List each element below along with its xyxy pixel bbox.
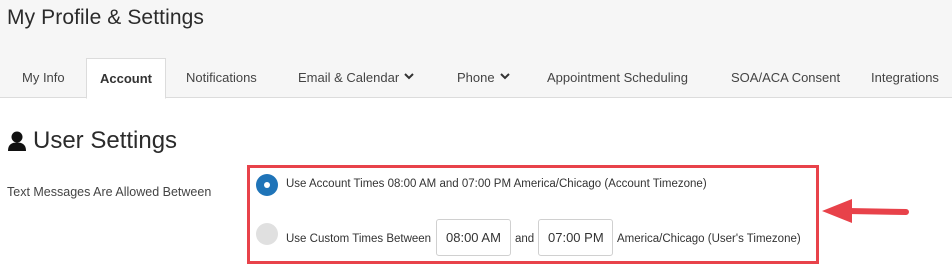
tab-account[interactable]: Account xyxy=(86,58,166,99)
tab-appointment-scheduling[interactable]: Appointment Scheduling xyxy=(547,58,688,98)
tab-email-calendar[interactable]: Email & Calendar xyxy=(298,58,414,98)
tab-phone[interactable]: Phone xyxy=(457,58,510,98)
tab-label: My Info xyxy=(22,70,65,85)
text-messages-label: Text Messages Are Allowed Between xyxy=(7,185,212,199)
custom-start-time-input[interactable] xyxy=(436,219,511,256)
user-icon xyxy=(8,131,26,151)
account-end-time: 07:00 PM xyxy=(461,178,512,190)
account-times-text: Use Account Times 08:00 AM and 07:00 PM … xyxy=(286,178,707,190)
chevron-down-icon xyxy=(499,73,510,80)
tab-notifications[interactable]: Notifications xyxy=(186,58,257,98)
account-start-time: 08:00 AM xyxy=(387,178,437,190)
custom-times-prefix: Use Custom Times Between xyxy=(286,233,432,245)
section-title-text: User Settings xyxy=(33,127,178,154)
tab-label: Phone xyxy=(457,70,495,85)
tab-label: Email & Calendar xyxy=(298,70,400,85)
page-title: My Profile & Settings xyxy=(7,6,205,29)
chevron-down-icon xyxy=(404,73,414,80)
and-text: and xyxy=(515,233,535,245)
tab-label: Integrations xyxy=(871,70,939,85)
and-text: and xyxy=(439,178,459,190)
tab-my-info[interactable]: My Info xyxy=(22,58,65,98)
arrow-icon xyxy=(822,199,909,223)
custom-end-time-input[interactable] xyxy=(538,219,613,256)
section-title: User Settings xyxy=(7,127,177,155)
account-times-radio[interactable] xyxy=(256,174,278,196)
tab-label: SOA/ACA Consent xyxy=(731,70,841,85)
tab-soa-aca-consent[interactable]: SOA/ACA Consent xyxy=(731,58,840,98)
tab-label: Notifications xyxy=(186,70,257,85)
custom-timezone: America/Chicago (User's Timezone) xyxy=(617,233,801,245)
tab-label: Account xyxy=(100,71,152,86)
tab-integrations[interactable]: Integrations xyxy=(871,58,939,98)
account-timezone: America/Chicago (Account Timezone) xyxy=(513,178,707,190)
account-times-prefix: Use Account Times xyxy=(286,178,385,190)
tab-label: Appointment Scheduling xyxy=(547,70,688,85)
custom-times-radio[interactable] xyxy=(256,223,278,245)
settings-tabs: My Info Account Notifications Email & Ca… xyxy=(0,58,952,99)
